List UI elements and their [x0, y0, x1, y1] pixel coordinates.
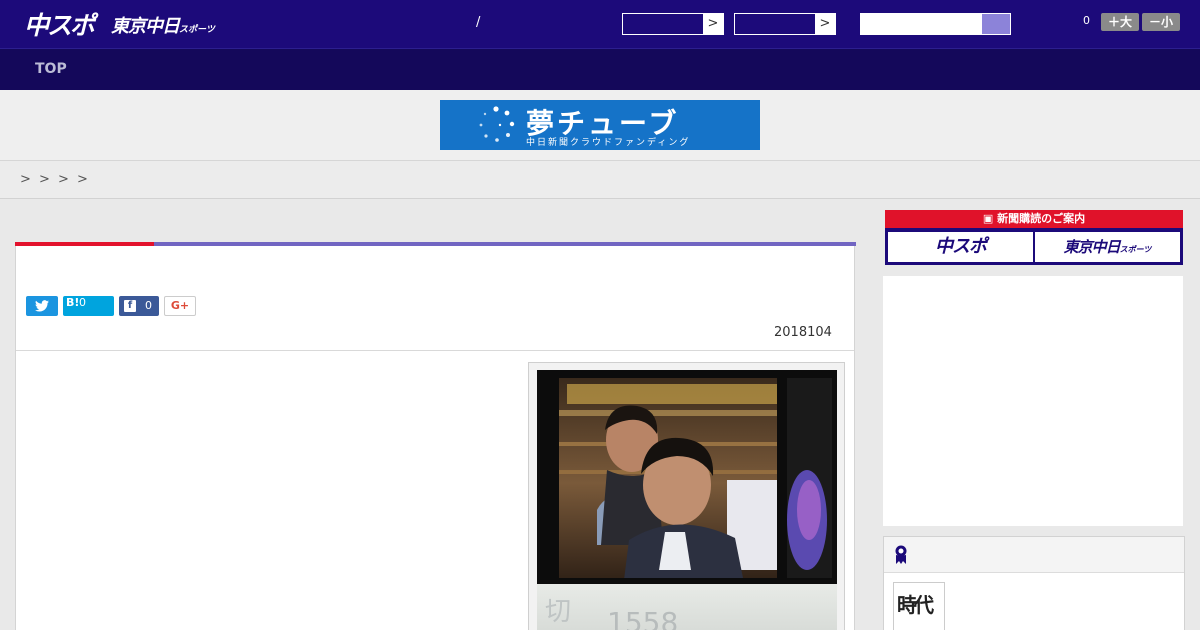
- chevron-right-icon[interactable]: >: [703, 14, 723, 34]
- search-button-icon[interactable]: [982, 14, 1010, 34]
- article-date: 2018104: [774, 325, 832, 340]
- banner-band: 夢チューブ 中日新聞クラウドファンディング: [0, 90, 1200, 161]
- subscribe-tokyo-chunichi-button[interactable]: 東京中日スポーツ: [1035, 232, 1180, 262]
- breadcrumb-separator: >: [58, 172, 69, 187]
- dots-ring-icon: [479, 106, 515, 142]
- banner-ad-subtitle: 中日新聞クラウドファンディング: [526, 138, 691, 148]
- chuspo-logo[interactable]: 中スポ: [24, 6, 95, 42]
- tokyo-chunichi-logo[interactable]: 東京中日スポーツ: [111, 12, 215, 38]
- subscribe-tokyo-suffix: スポーツ: [1119, 245, 1152, 254]
- svg-text:1558: 1558: [607, 606, 678, 630]
- article-accent-bar-purple: [154, 242, 856, 246]
- yume-tube-banner-ad[interactable]: 夢チューブ 中日新聞クラウドファンディング: [440, 100, 760, 150]
- bus-window-photo: 切 1558: [537, 370, 837, 630]
- twitter-share-button[interactable]: [26, 296, 58, 316]
- font-bigger-button[interactable]: ＋大: [1101, 13, 1139, 31]
- subscription-header-text: 新聞購読のご案内: [997, 212, 1086, 225]
- tokyo-chunichi-logo-suffix: スポーツ: [179, 25, 215, 35]
- article-accent-bar-red: [15, 242, 154, 246]
- global-nav: TOP: [0, 48, 1200, 90]
- tokyo-chunichi-logo-text: 東京中日: [111, 16, 180, 37]
- site-header: 中スポ 東京中日スポーツ / > > 0 ＋大 －小: [0, 0, 1200, 48]
- subscription-header: ▣ 新聞購読のご案内: [885, 210, 1183, 228]
- facebook-icon: f: [124, 300, 136, 312]
- article-divider: [16, 350, 854, 351]
- google-plus-icon: G+: [170, 299, 190, 312]
- nav-item-top[interactable]: TOP: [35, 61, 67, 77]
- hatena-bookmark-icon: B!: [66, 296, 80, 309]
- font-size-counter: 0: [1083, 14, 1090, 27]
- site-search: [860, 13, 1011, 35]
- google-plus-share-button[interactable]: G+: [164, 296, 196, 316]
- thumbnail-title-text: 時代: [897, 593, 934, 617]
- region-select-1[interactable]: >: [622, 13, 724, 35]
- article-card: B! 0 f 0 G+ 2018104 切 1558: [15, 242, 856, 630]
- hatena-bookmark-button[interactable]: B! 0: [63, 296, 114, 316]
- facebook-share-button[interactable]: f 0: [119, 296, 159, 316]
- breadcrumb: > > > >: [0, 161, 1200, 199]
- subscribe-chuspo-button[interactable]: 中スポ: [888, 232, 1033, 262]
- article-photo[interactable]: 切 1558: [537, 370, 837, 630]
- twitter-bird-icon: [35, 300, 49, 312]
- ranking-panel: 時代: [883, 536, 1185, 630]
- subscribe-tokyo-label: 東京中日: [1063, 238, 1121, 256]
- breadcrumb-separator: >: [20, 172, 31, 187]
- hatena-bookmark-count: 0: [79, 296, 86, 309]
- ranking-item-thumbnail[interactable]: 時代: [893, 582, 945, 630]
- ranking-medal-icon: [895, 545, 907, 564]
- newspaper-icon: ▣: [982, 212, 998, 225]
- region-select-2[interactable]: >: [734, 13, 836, 35]
- breadcrumb-separator: >: [77, 172, 88, 187]
- chevron-right-icon[interactable]: >: [815, 14, 835, 34]
- facebook-share-count: 0: [145, 299, 152, 312]
- svg-text:切: 切: [545, 597, 571, 627]
- article-photo-frame: 切 1558: [528, 362, 845, 630]
- ranking-panel-header: [884, 537, 1184, 573]
- header-separator: /: [476, 15, 481, 30]
- search-input[interactable]: [861, 14, 982, 34]
- breadcrumb-separator: >: [39, 172, 50, 187]
- sidebar-ad-slot[interactable]: [883, 276, 1183, 526]
- font-smaller-button[interactable]: －小: [1142, 13, 1180, 31]
- subscription-banner[interactable]: ▣ 新聞購読のご案内 中スポ 東京中日スポーツ: [885, 210, 1183, 265]
